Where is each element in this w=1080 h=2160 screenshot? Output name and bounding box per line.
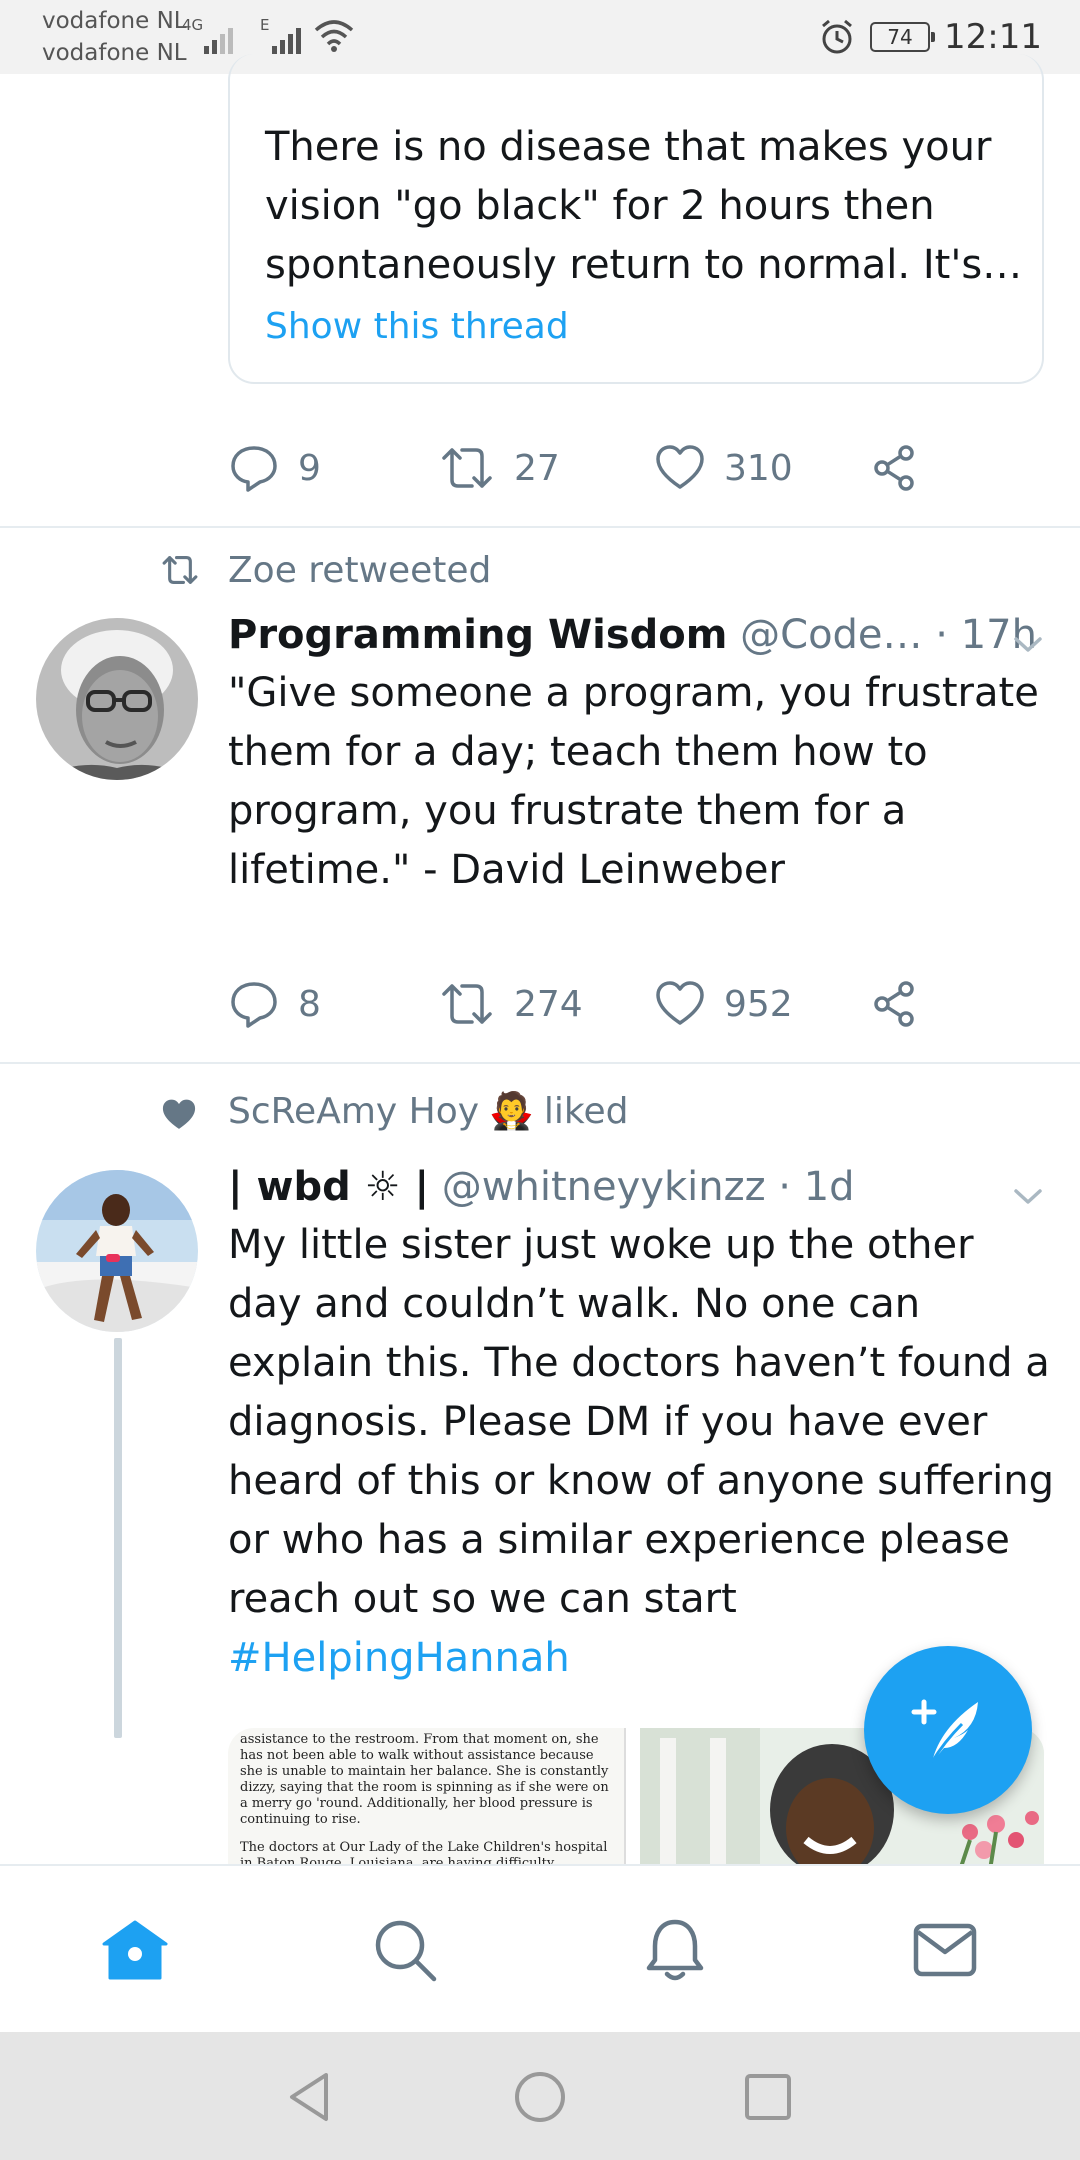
tab-notifications[interactable] xyxy=(540,1866,810,2034)
bottom-tab-bar xyxy=(0,1864,1080,2032)
share-button[interactable] xyxy=(868,438,920,498)
retweet-context-icon xyxy=(162,556,198,584)
avatar[interactable] xyxy=(36,1170,198,1332)
retweet-count: 27 xyxy=(514,447,560,489)
carrier-2: vodafone NL xyxy=(42,40,187,66)
avatar-woman-on-boat-image xyxy=(36,1170,198,1332)
system-back-button[interactable] xyxy=(274,2062,344,2132)
reply-button[interactable]: 9 xyxy=(228,438,321,498)
share-icon xyxy=(874,981,914,1027)
display-name[interactable]: | wbd ☼ | xyxy=(228,1164,429,1210)
share-icon xyxy=(874,445,914,491)
avatar-elderly-woman-image xyxy=(36,618,198,780)
reply-button[interactable]: 8 xyxy=(228,974,321,1034)
network-type-1: 4G xyxy=(182,18,203,34)
tweet-divider xyxy=(0,526,1080,528)
retweet-button[interactable]: 27 xyxy=(438,438,560,498)
alarm-icon xyxy=(822,19,852,54)
social-context-like: ScReAmy Hoy 🧛 liked xyxy=(228,1090,629,1133)
like-count: 310 xyxy=(724,447,793,489)
home-icon xyxy=(102,1920,168,1980)
tweet-text: My little sister just woke up the other … xyxy=(228,1216,1058,1688)
heart-context-icon xyxy=(162,1099,196,1129)
tweet-meta: @whitneyykinzz · 1d xyxy=(441,1164,855,1210)
signal-e-icon: E xyxy=(260,18,301,54)
tweet-actions: 8 274 952 xyxy=(228,974,988,1034)
social-context-name: ScReAmy Hoy xyxy=(228,1090,480,1132)
social-context-text: Zoe retweeted xyxy=(228,550,492,591)
mail-icon xyxy=(913,1923,977,1977)
recents-square-icon xyxy=(745,2074,791,2120)
twitter-app: vodafone NL vodafone NL 4G E 74 12:11 Th… xyxy=(0,0,1080,2160)
system-recents-button[interactable] xyxy=(733,2062,803,2132)
tweet-text: "Give someone a program, you frustrate t… xyxy=(228,670,1039,893)
chevron-down-icon[interactable] xyxy=(1010,1178,1046,1214)
retweet-count: 274 xyxy=(514,983,583,1025)
reply-icon xyxy=(231,982,277,1028)
quoted-tweet-text: There is no disease that makes your visi… xyxy=(265,124,1023,288)
retweet-icon xyxy=(442,448,492,488)
network-type-2: E xyxy=(260,18,269,34)
retweet-button[interactable]: 274 xyxy=(438,974,583,1034)
like-button[interactable]: 952 xyxy=(654,974,793,1034)
vampire-emoji-icon: 🧛 xyxy=(489,1091,534,1132)
share-button[interactable] xyxy=(868,974,920,1034)
tweet-body: My little sister just woke up the other … xyxy=(228,1222,1054,1622)
system-navigation-bar xyxy=(0,2032,1080,2160)
back-triangle-icon xyxy=(290,2073,328,2121)
media-article-paragraph-1: assistance to the restroom. From that mo… xyxy=(240,1732,609,1827)
avatar[interactable] xyxy=(36,618,198,780)
tab-home[interactable] xyxy=(0,1866,270,2034)
reply-count: 9 xyxy=(298,447,321,489)
tab-search[interactable] xyxy=(270,1866,540,2034)
system-home-button[interactable] xyxy=(505,2062,575,2132)
chevron-down-icon[interactable] xyxy=(1010,626,1046,662)
tweet-actions: 9 27 310 xyxy=(228,438,988,498)
battery-indicator: 74 xyxy=(870,22,936,52)
media-article-screenshot[interactable]: assistance to the restroom. From that mo… xyxy=(228,1728,626,1870)
carrier-1: vodafone NL xyxy=(42,8,187,34)
tweet-header: | wbd ☼ | @whitneyykinzz · 1d xyxy=(228,1164,855,1210)
thread-line xyxy=(114,1338,122,1738)
home-circle-icon xyxy=(515,2072,565,2122)
status-time: 12:11 xyxy=(944,17,1042,57)
show-thread-link[interactable]: Show this thread xyxy=(265,306,569,347)
hashtag-link[interactable]: #HelpingHannah xyxy=(228,1635,570,1681)
compose-tweet-button[interactable] xyxy=(864,1646,1032,1814)
social-context-action: liked xyxy=(543,1090,629,1132)
signal-4g-icon: 4G xyxy=(182,18,233,54)
tweet-header: Programming Wisdom @Code… · 17h xyxy=(228,612,1037,658)
search-icon xyxy=(375,1920,437,1982)
display-name[interactable]: Programming Wisdom xyxy=(228,612,727,658)
reply-count: 8 xyxy=(298,983,321,1025)
heart-icon xyxy=(656,445,704,489)
like-button[interactable]: 310 xyxy=(654,438,793,498)
retweet-icon xyxy=(442,984,492,1024)
compose-tweet-icon xyxy=(911,1699,978,1763)
reply-icon xyxy=(231,446,277,492)
bell-icon xyxy=(646,1919,704,1981)
tweet-divider xyxy=(0,1062,1080,1064)
social-context-retweet: Zoe retweeted xyxy=(228,550,491,591)
tweet-meta: @Code… · 17h xyxy=(740,612,1037,658)
tab-messages[interactable] xyxy=(810,1866,1080,2034)
wifi-icon xyxy=(314,20,354,52)
heart-icon xyxy=(656,981,704,1025)
like-count: 952 xyxy=(724,983,793,1025)
